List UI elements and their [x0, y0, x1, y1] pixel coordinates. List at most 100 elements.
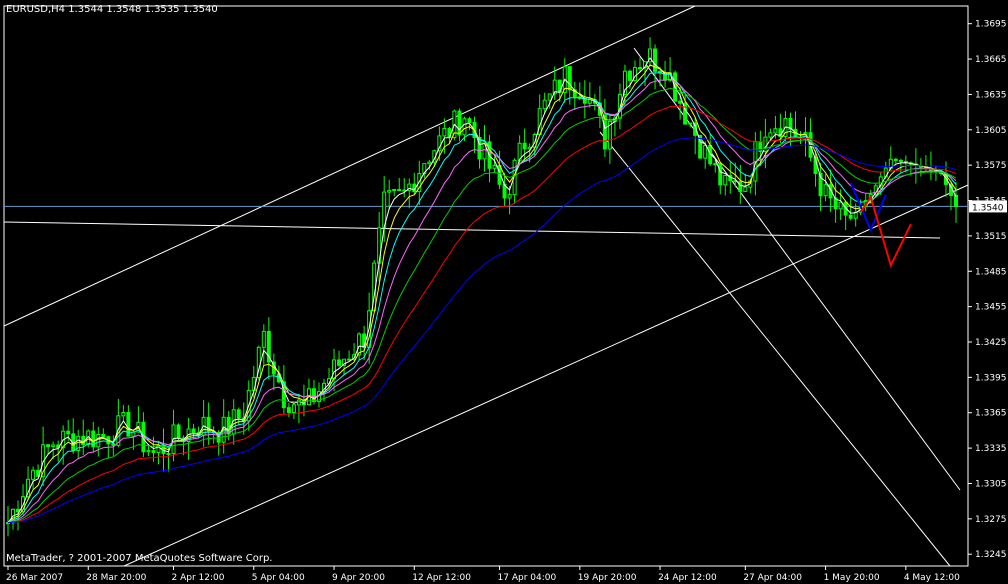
candle-body [542, 99, 547, 110]
candlestick [407, 178, 412, 209]
forecast-red-zigzag [859, 194, 912, 269]
candlestick [306, 378, 311, 406]
ma-yellow-line [7, 64, 957, 524]
x-tick-label: 12 Apr 12:00 [412, 573, 471, 583]
candle-body [146, 450, 151, 453]
price-chart[interactable]: 1.36951.36651.36351.36051.35751.35451.35… [0, 0, 1008, 584]
candlestick [893, 157, 898, 164]
candlestick [56, 440, 61, 462]
candle-body [492, 165, 497, 169]
candle-body [738, 181, 743, 192]
chart-header: EURUSD,H4 1.3544 1.3548 1.3535 1.3540 [6, 4, 218, 15]
candle-body [347, 358, 352, 361]
x-tick-label: 2 Apr 12:00 [172, 573, 225, 583]
candlestick [522, 128, 527, 162]
candle-body [638, 67, 642, 70]
candle-body [291, 404, 296, 413]
candlestick [477, 128, 482, 169]
candlestick [337, 350, 342, 368]
candle-body [627, 70, 632, 81]
candle-body [357, 333, 362, 356]
candle-body [457, 110, 462, 136]
candlestick [46, 444, 51, 454]
candlestick [512, 158, 517, 204]
price-label-box: 1.3540 [969, 200, 1007, 213]
y-tick-label: 1.3335 [975, 444, 1007, 454]
candlestick [422, 163, 427, 179]
trendlines [3, 5, 969, 567]
y-tick-label: 1.3485 [975, 267, 1007, 277]
x-tick-label: 9 Apr 20:00 [332, 573, 385, 583]
candle-body [111, 443, 116, 446]
plot-area [3, 5, 969, 567]
candlestick [572, 81, 577, 111]
candle-body [131, 431, 136, 437]
candlestick [818, 162, 823, 212]
candlestick [271, 353, 276, 391]
candle-body [101, 433, 106, 438]
candle-body [848, 214, 853, 219]
y-tick-label: 1.3245 [975, 550, 1007, 560]
channel-lower-line [123, 184, 969, 567]
candle-body [723, 175, 728, 186]
y-tick-label: 1.3605 [975, 126, 1007, 136]
y-tick-label: 1.3575 [975, 161, 1007, 171]
candlestick [587, 82, 592, 108]
downtrend-line-upper [633, 47, 961, 491]
candlestick [708, 133, 713, 166]
candlestick [266, 317, 271, 380]
candle-body [587, 99, 592, 104]
candlestick [783, 111, 788, 142]
candle-body [46, 444, 51, 448]
candlestick [76, 429, 81, 459]
candlestick [638, 57, 642, 73]
candle-body [507, 194, 512, 199]
candlestick [286, 402, 291, 418]
candle-body [703, 145, 708, 159]
y-tick-label: 1.3635 [975, 90, 1007, 100]
candlestick [392, 188, 397, 197]
candle-body [96, 433, 101, 448]
candle-body [688, 122, 693, 125]
ma-white-line [7, 56, 957, 523]
candlestick [342, 358, 347, 375]
candle-body [954, 194, 958, 207]
candlestick [71, 418, 76, 454]
y-tick-label: 1.3455 [975, 303, 1007, 313]
x-tick-label: 1 May 20:00 [824, 573, 880, 583]
copyright-text: MetaTrader, ? 2001-2007 MetaQuotes Softw… [6, 553, 273, 564]
x-tick-label: 24 Apr 12:00 [658, 573, 717, 583]
candlesticks [6, 37, 958, 537]
candle-body [166, 452, 171, 455]
candlestick [176, 423, 181, 442]
y-tick-label: 1.3665 [975, 55, 1007, 65]
moving-averages [7, 56, 957, 524]
downtrend-line-lower [599, 131, 951, 567]
candle-body [387, 189, 392, 193]
candlestick [116, 398, 121, 448]
y-tick-label: 1.3515 [975, 232, 1007, 242]
candlestick [402, 178, 407, 198]
candle-body [176, 424, 181, 439]
price-label-text: 1.3540 [972, 203, 1004, 213]
candle-body [467, 118, 472, 123]
candlestick [853, 203, 858, 227]
candle-body [66, 430, 71, 435]
candle-body [427, 161, 432, 165]
candle-body [838, 201, 843, 210]
candle-body [402, 189, 407, 192]
candlestick [933, 165, 938, 181]
y-tick-label: 1.3305 [975, 479, 1007, 489]
candle-body [337, 359, 342, 366]
candlestick [457, 108, 462, 142]
x-tick-label: 4 May 12:00 [904, 573, 960, 583]
candlestick [482, 125, 487, 172]
candlestick [487, 135, 492, 183]
candle-body [397, 188, 402, 191]
candle-body [547, 93, 552, 101]
candle-body [261, 330, 266, 348]
candle-body [51, 444, 56, 448]
candle-body [236, 409, 241, 419]
candlestick [261, 324, 266, 365]
candle-body [718, 163, 723, 186]
